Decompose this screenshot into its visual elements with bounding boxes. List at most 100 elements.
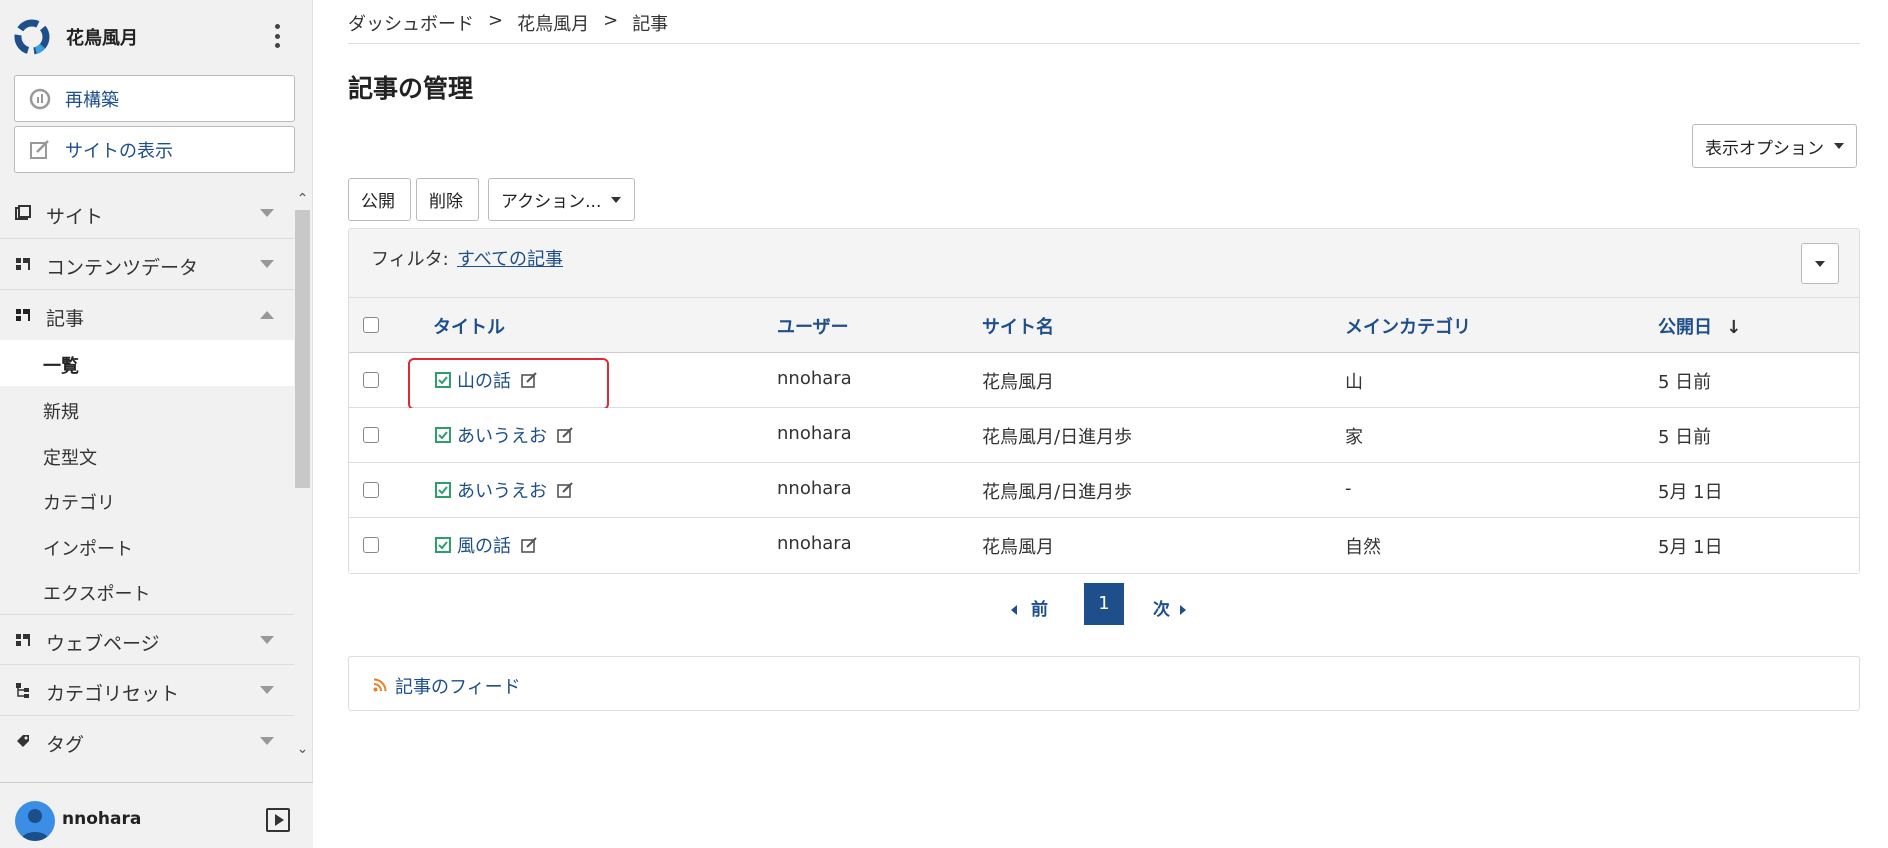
edit-icon[interactable] [521,537,537,553]
caret-down-icon [1834,143,1844,149]
column-title[interactable]: タイトル [433,313,505,339]
menu-tag[interactable]: タグ [0,715,294,760]
chevron-up-icon [260,311,274,319]
submenu-boilerplate-label: 定型文 [43,448,97,469]
rebuild-button[interactable]: 再構築 [14,75,295,122]
sidebar: 花鳥風月 再構築 サイトの表示 サイト コンテンツデータ 記事 一覧 新規 定型… [0,0,313,848]
submenu-import-label: インポート [43,539,133,560]
column-user[interactable]: ユーザー [777,313,849,339]
table-row: あいうえお nnohara 花鳥風月/日進月歩 家 5 日前 [349,408,1859,463]
menu-category-set[interactable]: カテゴリセット [0,664,294,714]
menu-webpage[interactable]: ウェブページ [0,614,294,664]
display-options-label: 表示オプション [1705,138,1824,159]
menu-site[interactable]: サイト [0,188,294,238]
entry-title-link[interactable]: 山の話 [457,367,511,393]
submenu-import[interactable]: インポート [0,523,294,569]
breadcrumb-separator: > [603,10,619,31]
view-site-label: サイトの表示 [65,140,173,162]
avatar[interactable] [15,801,55,841]
cell-site: 花鳥風月/日進月歩 [982,427,1133,448]
row-checkbox[interactable] [363,537,379,553]
cell-date: 5 日前 [1658,372,1712,393]
column-publish-date[interactable]: 公開日 ↓ [1658,313,1741,339]
cell-user: nnohara [777,533,852,554]
publish-button[interactable]: 公開 [348,178,411,221]
cell-user: nnohara [777,478,852,499]
pagination-next-label: 次 [1153,600,1170,620]
table-row: あいうえお nnohara 花鳥風月/日進月歩 - 5月 1日 [349,463,1859,518]
edit-icon[interactable] [521,372,537,388]
rebuild-icon [27,86,53,112]
sidebar-menu: サイト コンテンツデータ 記事 一覧 新規 定型文 カテゴリ インポート エクス… [0,188,313,760]
menu-entry[interactable]: 記事 [0,289,294,339]
user-bar: nnohara [0,782,313,848]
category-set-icon [16,683,29,698]
actions-dropdown[interactable]: アクション... [488,178,635,221]
collapse-sidebar-icon[interactable] [266,808,290,832]
edit-icon[interactable] [557,482,573,498]
scroll-down-icon[interactable]: ⌄ [294,740,311,758]
submenu-list-label: 一覧 [43,356,79,377]
menu-entry-label: 記事 [46,308,85,330]
pagination-prev[interactable]: 前 [1011,595,1048,620]
pagination-current-page[interactable]: 1 [1084,583,1124,625]
breadcrumb-current: 記事 [632,14,669,35]
filter-toggle-button[interactable] [1801,243,1839,284]
submenu-category[interactable]: カテゴリ [0,477,294,523]
submenu-boilerplate[interactable]: 定型文 [0,432,294,478]
row-checkbox[interactable] [363,482,379,498]
submenu-export[interactable]: エクスポート [0,568,294,614]
cell-category: 家 [1345,427,1363,448]
title-cell: あいうえお [435,477,573,503]
entry-feed-link[interactable]: 記事のフィード [395,673,521,699]
pagination-next[interactable]: 次 [1153,595,1186,620]
submenu-new-label: 新規 [43,402,79,423]
filter-value-link[interactable]: すべての記事 [457,245,563,271]
chevron-down-icon [260,209,274,217]
view-site-button[interactable]: サイトの表示 [14,126,295,173]
cell-category: - [1345,478,1352,499]
submenu-category-label: カテゴリ [43,493,115,514]
site-icon [15,205,31,220]
cell-category: 山 [1345,372,1363,393]
chevron-right-icon [1180,605,1186,615]
kebab-menu-icon[interactable] [272,24,282,48]
brand-name: 花鳥風月 [66,28,138,49]
breadcrumb-dashboard[interactable]: ダッシュボード [348,10,474,36]
chevron-down-icon [260,737,274,745]
row-checkbox[interactable] [363,372,379,388]
column-site[interactable]: サイト名 [982,313,1054,339]
entry-title-link[interactable]: 風の話 [457,532,511,558]
row-checkbox[interactable] [363,427,379,443]
cell-site: 花鳥風月/日進月歩 [982,482,1133,503]
title-cell: 風の話 [435,532,537,558]
menu-content-data[interactable]: コンテンツデータ [0,238,294,288]
breadcrumb-site[interactable]: 花鳥風月 [517,10,589,36]
submenu-new[interactable]: 新規 [0,386,294,432]
sort-desc-icon: ↓ [1726,317,1742,338]
user-name[interactable]: nnohara [62,809,141,829]
display-options-button[interactable]: 表示オプション [1692,124,1857,168]
breadcrumb: ダッシュボード > 花鳥風月 > 記事 [348,10,668,36]
webpage-icon [16,634,30,646]
sidebar-scrollbar[interactable]: ⌃ ⌄ [294,190,311,760]
pagination-prev-label: 前 [1031,600,1048,620]
entry-title-link[interactable]: あいうえお [457,422,547,448]
published-status-icon [435,372,451,388]
rebuild-label: 再構築 [65,89,119,111]
chevron-down-icon [260,686,274,694]
scrollbar-thumb[interactable] [295,210,310,488]
table-row: 山の話 nnohara 花鳥風月 山 5 日前 [349,353,1859,410]
select-all-checkbox[interactable] [363,317,379,333]
edit-icon[interactable] [557,427,573,443]
entry-title-link[interactable]: あいうえお [457,477,547,503]
scroll-up-icon[interactable]: ⌃ [294,190,311,208]
submenu-list[interactable]: 一覧 [0,340,294,386]
external-edit-icon [27,137,53,163]
filter-label: フィルタ: [371,249,449,270]
filter-bar: フィルタ: すべての記事 [349,229,1859,298]
column-main-category[interactable]: メインカテゴリ [1345,313,1471,339]
delete-button[interactable]: 削除 [416,178,479,221]
chevron-down-icon [260,260,274,268]
caret-down-icon [611,196,622,203]
